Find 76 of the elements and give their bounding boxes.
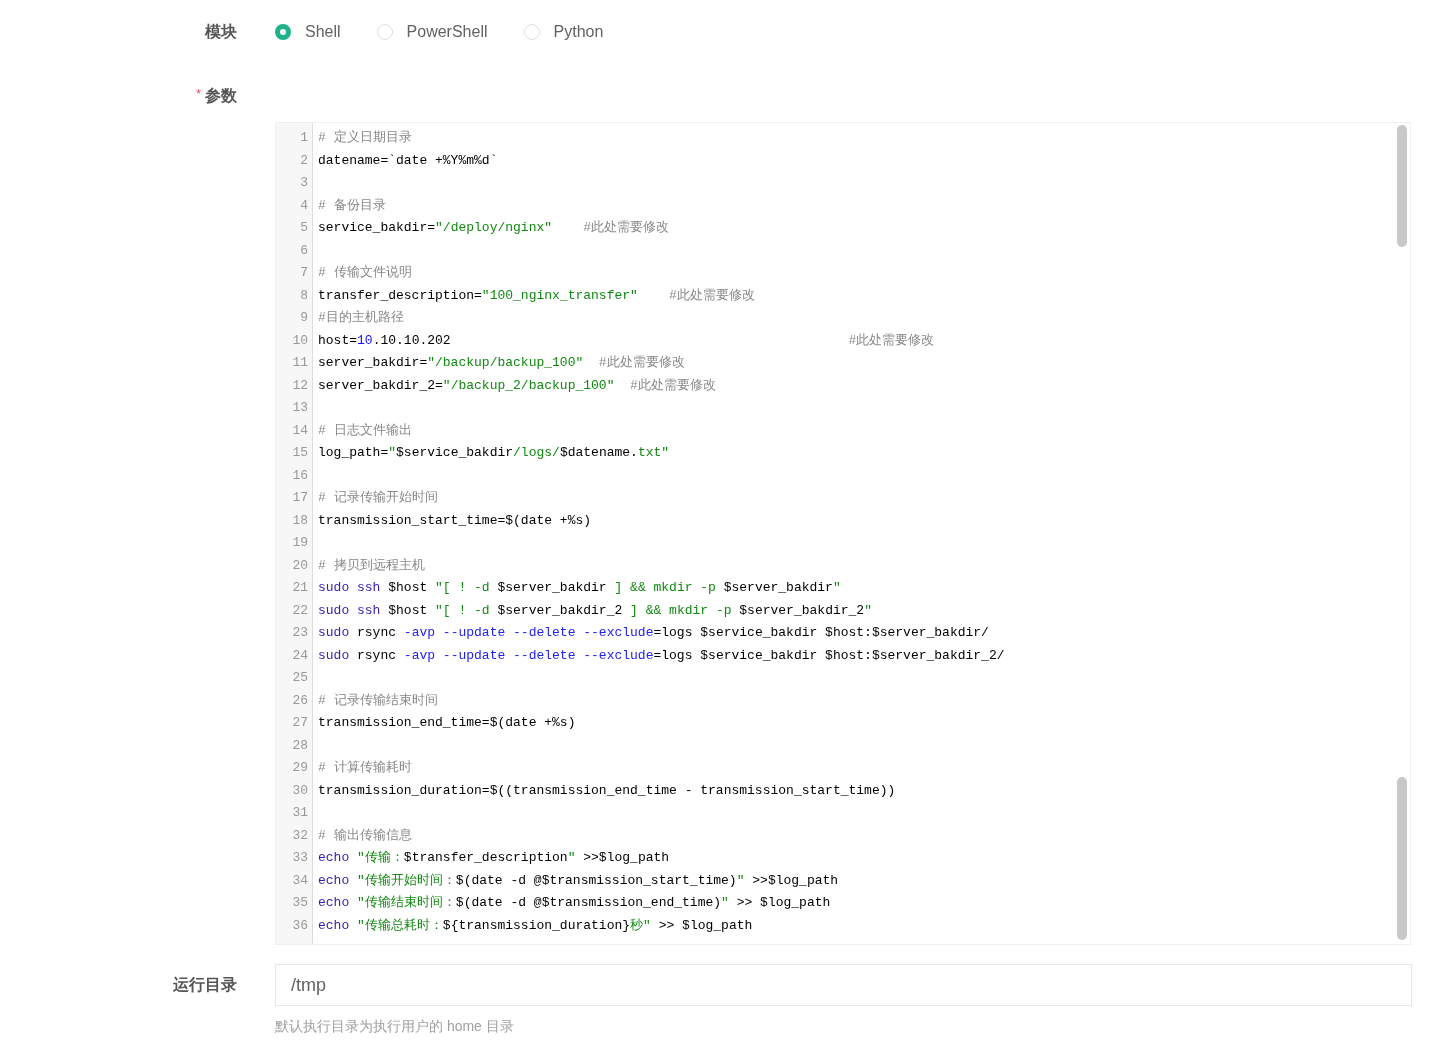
hint-text: 默认执行目录为执行用户的 home 目录	[275, 1018, 514, 1036]
code-line: echo "传输结束时间：$(date -d @$transmission_end_time)" >> $log_path	[318, 895, 831, 910]
code-line: transmission_start_time=$(date +%s)	[318, 512, 592, 528]
line-number: 22	[291, 601, 309, 620]
line-number: 15	[291, 444, 309, 462]
line-number: 26	[291, 691, 309, 710]
line-number: 13	[291, 399, 309, 417]
field-label: 模块	[205, 21, 237, 42]
code-line: sudo rsync -avp --update --delete --exclude=logs $service_bakdir $host:$server_bakdir_2/	[318, 647, 1005, 663]
radio-option[interactable]: Shell	[275, 23, 341, 41]
code-line: # 拷贝到远程主机	[318, 557, 425, 573]
line-number: 14	[291, 421, 309, 440]
code-line: # 备份目录	[318, 197, 386, 213]
line-number: 28	[291, 736, 309, 755]
code-line: service_bakdir="/deploy/nginx" #此处需要修改	[318, 220, 670, 235]
code-line: transfer_description="100_nginx_transfer" #此处需要修改	[318, 287, 755, 303]
code-line: sudo ssh $host "[ ! -d $server_bakdir_2 ] && mkdir -p $server_bakdir_2"	[318, 602, 872, 618]
line-number: 32	[291, 826, 309, 845]
line-number: 23	[291, 624, 309, 642]
line-number: 8	[299, 286, 309, 305]
line-number: 33	[291, 849, 309, 867]
line-number: 2	[299, 151, 309, 170]
required-mark: *	[195, 85, 201, 101]
code-line: # 日志文件输出	[318, 422, 412, 438]
line-number: 21	[291, 579, 309, 597]
line-number: 16	[291, 466, 309, 485]
line-number: 36	[291, 916, 309, 935]
line-number: 3	[299, 174, 309, 192]
code-line: transmission_duration=$((transmission_end_time - transmission_start_time))	[318, 782, 896, 798]
radio-option[interactable]: Python	[523, 23, 604, 41]
code-line: # 输出传输信息	[318, 827, 412, 843]
code-line: # 计算传输耗时	[318, 760, 412, 775]
line-number: 17	[291, 489, 309, 507]
scrollbar-thumb[interactable]	[1397, 777, 1407, 940]
line-number: 20	[291, 556, 309, 575]
line-number: 18	[291, 511, 309, 530]
code-line: echo "传输：$transfer_description" >>$log_path	[318, 850, 670, 865]
line-number: 6	[299, 241, 309, 260]
code-line: datename=`date +%Y%m%d`	[318, 152, 498, 168]
field-label: 运行目录	[173, 974, 237, 995]
code-line: host=10.10.10.202 #此处需要修改	[318, 332, 935, 348]
line-number: 19	[291, 534, 309, 552]
code-line: #目的主机路径	[318, 310, 404, 325]
code-editor[interactable]	[275, 122, 1411, 945]
line-number: 31	[291, 804, 309, 822]
line-number: 12	[291, 376, 309, 395]
code-line: # 传输文件说明	[318, 265, 412, 280]
line-number: 29	[291, 759, 309, 777]
code-line: log_path="$service_bakdir/logs/$datename.txt"	[318, 445, 670, 460]
code-line: sudo rsync -avp --update --delete --exclude=logs $service_bakdir $host:$server_bakdir/	[318, 625, 989, 640]
line-number: 34	[291, 871, 309, 890]
code-line: server_bakdir_2="/backup_2/backup_100" #此处需要修改	[318, 377, 716, 393]
code-line: # 记录传输开始时间	[318, 490, 438, 505]
code-line: sudo ssh $host "[ ! -d $server_bakdir ] && mkdir -p $server_bakdir"	[318, 580, 841, 595]
line-number: 10	[291, 331, 309, 350]
line-number: 5	[299, 219, 309, 237]
code-line: transmission_end_time=$(date +%s)	[318, 715, 576, 730]
line-number: 4	[299, 196, 309, 215]
code-line: # 记录传输结束时间	[318, 692, 438, 708]
line-number: 7	[299, 264, 309, 282]
line-number: 27	[291, 714, 309, 732]
scrollbar-thumb[interactable]	[1397, 125, 1407, 247]
line-number: 25	[291, 669, 309, 687]
radio-option[interactable]: PowerShell	[376, 23, 488, 41]
input-field[interactable]: /tmp	[275, 964, 1412, 1006]
line-number: 9	[299, 309, 309, 327]
code-line: echo "传输开始时间：$(date -d @$transmission_start_time)" >>$log_path	[318, 872, 839, 888]
line-number: 24	[291, 646, 309, 665]
line-number: 1	[299, 129, 309, 147]
line-number: 35	[291, 894, 309, 912]
code-line: server_bakdir="/backup/backup_100" #此处需要修改	[318, 355, 685, 370]
line-number: 11	[291, 354, 309, 372]
line-number: 30	[291, 781, 309, 800]
code-line: echo "传输总耗时：${transmission_duration}秒" >> $log_path	[318, 917, 753, 933]
field-label: 参数	[205, 85, 237, 106]
code-line: # 定义日期目录	[318, 130, 412, 145]
